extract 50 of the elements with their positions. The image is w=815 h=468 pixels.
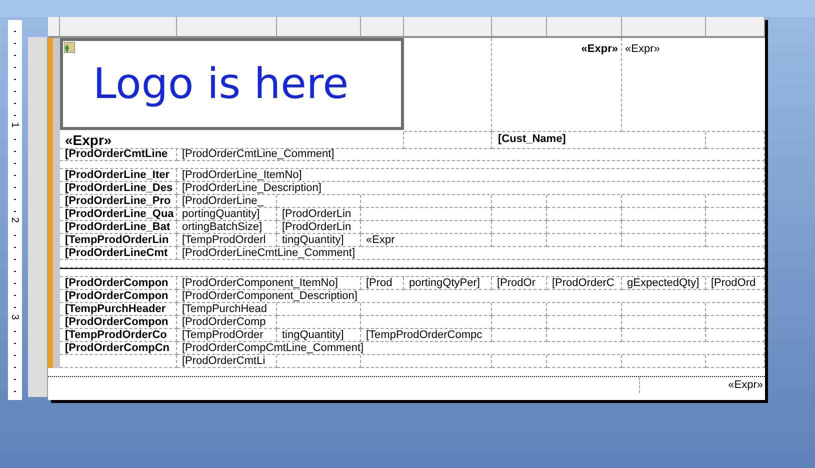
- table-cell: [TempPurchHead: [177, 303, 277, 316]
- table-cell: [Prod: [361, 277, 404, 290]
- table-cell: [ProdOrderCompon: [60, 316, 177, 329]
- table-cell: «Expr»: [492, 38, 622, 132]
- table-cell: [ProdOrderCompon: [60, 277, 177, 290]
- table-cell: [ProdOrderC: [547, 277, 622, 290]
- table-cell: [ProdOrderComponent_ItemNo]: [177, 277, 361, 290]
- table-cell: [ProdOrderLin: [277, 221, 361, 234]
- table-cell: ortingBatchSize]: [177, 221, 277, 234]
- logo-image-box[interactable]: Logo is here: [60, 38, 404, 130]
- table-cell: [Cust_Name]: [492, 132, 706, 149]
- table-cell: «Expr: [361, 234, 492, 247]
- table-cell: [ProdOrderLine_Iter: [60, 169, 177, 182]
- table-cell: [ProdOrderCompCn: [60, 342, 177, 355]
- table-cell: [TempProdOrderCompc: [361, 329, 492, 342]
- table-cell: [ProdOrderCmtLi: [177, 355, 277, 368]
- handwritten-note: Logo is here: [93, 59, 349, 109]
- table-cell: [ProdOrderLine_ItemNo]: [177, 169, 765, 182]
- ruler-number: 3: [8, 313, 19, 321]
- table-cell: [TempProdOrder: [177, 329, 277, 342]
- table-cell: [TempProdOrderLin: [60, 234, 177, 247]
- table-cell: [ProdOrderComponent_Description]: [177, 290, 765, 303]
- table-cell: [ProdOrderCompCmtLine_Comment]: [177, 342, 765, 355]
- table-cell: [TempProdOrderl: [177, 234, 277, 247]
- table-cell: [ProdOrd: [706, 277, 765, 290]
- table-cell: [ProdOrderLin: [277, 208, 361, 221]
- table-cell: [ProdOrderLine_Des: [60, 182, 177, 195]
- table-cell: [ProdOrderLine_Bat: [60, 221, 177, 234]
- table-cell: [ProdOrderLine_: [177, 195, 277, 208]
- table-cell: [ProdOrderLineCmtLine_Comment]: [177, 247, 765, 260]
- table-cell: [ProdOrderComp: [177, 316, 277, 329]
- table-cell: [ProdOrderCmtLine: [60, 148, 177, 161]
- table-cell: portingQuantity]: [177, 208, 277, 221]
- image-icon: [64, 42, 75, 53]
- table-cell: «Expr»: [60, 132, 404, 149]
- table-cell: «Expr»: [622, 38, 765, 132]
- table-cell: [TempProdOrderCo: [60, 329, 177, 342]
- table-cell: [ProdOrderLineCmt: [60, 247, 177, 260]
- table-cell: gExpectedQty]: [622, 277, 706, 290]
- table-cell: portingQtyPer]: [404, 277, 492, 290]
- table-cell: [TempPurchHeader: [60, 303, 177, 316]
- table-cell: [ProdOrderCompon: [60, 290, 177, 303]
- footer-cell: «Expr»: [639, 377, 765, 393]
- table-cell: tingQuantity]: [277, 234, 361, 247]
- table-cell: [ProdOr: [492, 277, 547, 290]
- table-cell: tingQuantity]: [277, 329, 361, 342]
- table-cell: [ProdOrderLine_Description]: [177, 182, 765, 195]
- table-cell: [ProdOrderLine_Qua: [60, 208, 177, 221]
- table-cell: [ProdOrderCmtLine_Comment]: [177, 148, 765, 161]
- table-cell: [ProdOrderLine_Pro: [60, 195, 177, 208]
